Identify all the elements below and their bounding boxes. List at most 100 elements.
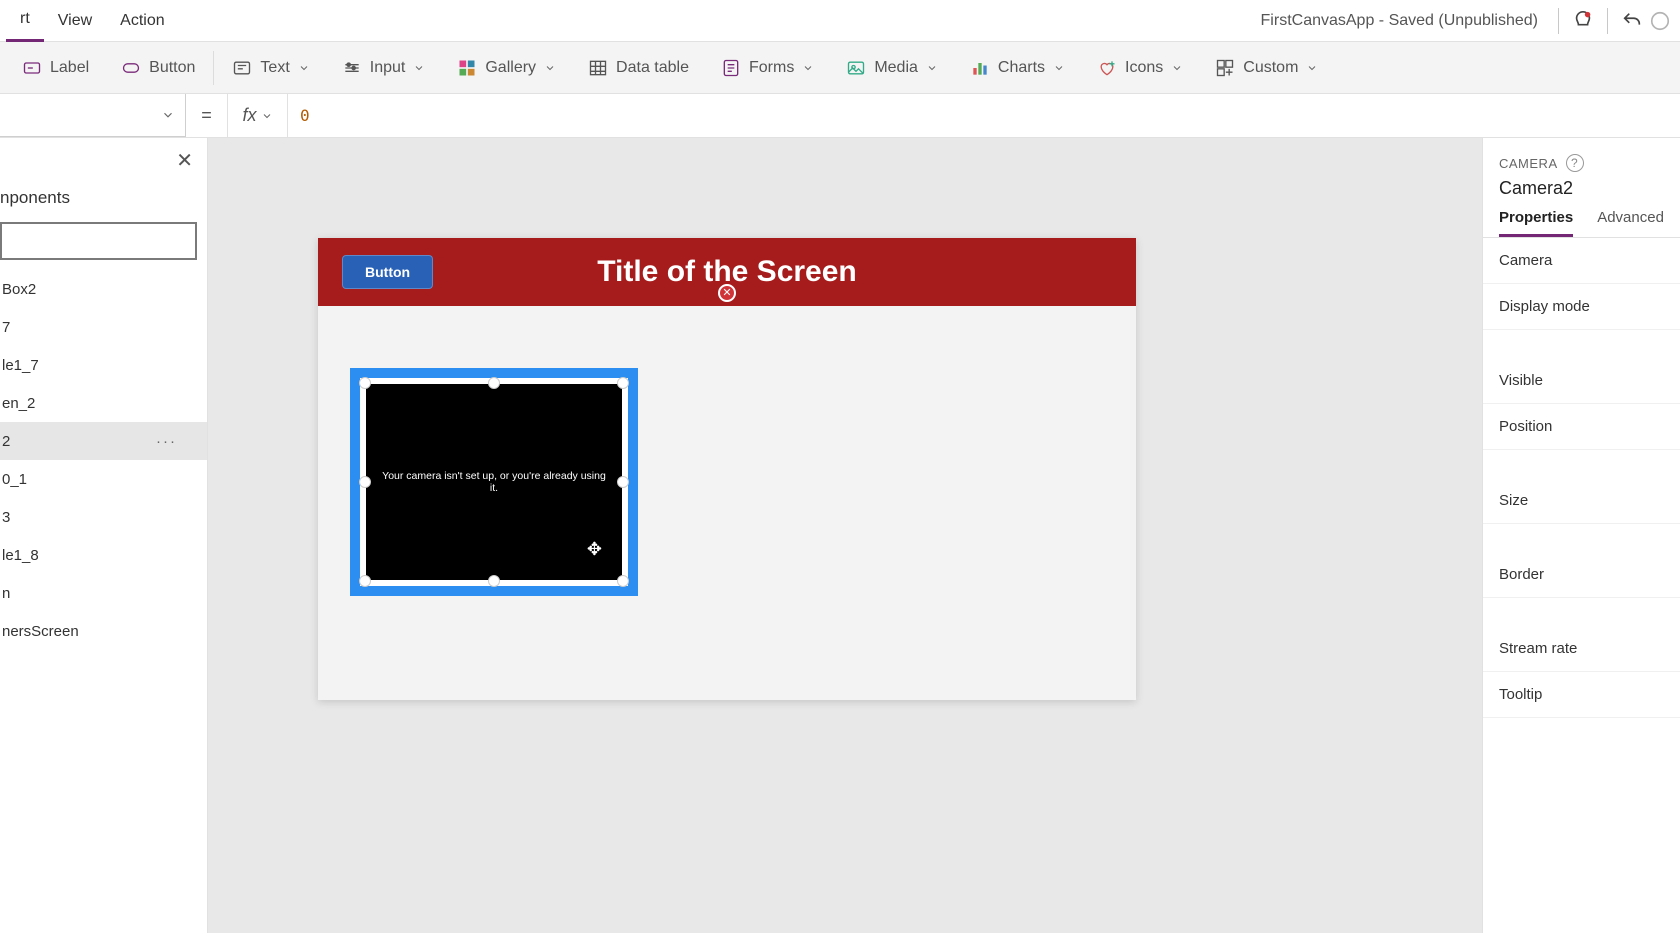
ribbon-data-table[interactable]: Data table — [574, 42, 703, 94]
tree-item[interactable]: le1_7 — [0, 346, 207, 384]
property-gap — [1483, 450, 1680, 478]
ribbon-data-table-label: Data table — [616, 59, 689, 77]
ribbon-charts-label: Charts — [998, 59, 1045, 77]
undo-icon[interactable] — [1618, 7, 1646, 35]
property-row[interactable]: Camera — [1483, 238, 1680, 284]
tree-item-label: nersScreen — [2, 623, 79, 640]
property-selector[interactable] — [0, 94, 186, 137]
ribbon-icons[interactable]: Icons — [1083, 42, 1197, 94]
property-gap — [1483, 524, 1680, 552]
resize-handle-tm[interactable] — [488, 377, 500, 389]
camera-preview[interactable]: Your camera isn't set up, or you're alre… — [366, 384, 622, 580]
chevron-down-icon — [544, 62, 556, 74]
property-row[interactable]: Display mode — [1483, 284, 1680, 330]
camera-message: Your camera isn't set up, or you're alre… — [378, 470, 610, 494]
tab-action[interactable]: Action — [106, 0, 178, 42]
ribbon-button[interactable]: Button — [107, 42, 209, 94]
ribbon-text[interactable]: Text — [218, 42, 323, 94]
resize-handle-mr[interactable] — [617, 476, 629, 488]
app-checker-icon[interactable] — [1569, 7, 1597, 35]
ribbon-input-label: Input — [370, 59, 406, 77]
chevron-down-icon — [1171, 62, 1183, 74]
artboard[interactable]: Button Title of the Screen ✕ Your camera… — [318, 238, 1136, 700]
tab-advanced[interactable]: Advanced — [1597, 209, 1664, 237]
resize-handle-bm[interactable] — [488, 575, 500, 587]
top-tab-strip: rt View Action FirstCanvasApp - Saved (U… — [0, 0, 1680, 42]
separator — [213, 51, 214, 85]
ribbon-custom-label: Custom — [1243, 59, 1298, 77]
chevron-down-icon — [802, 62, 814, 74]
screen-header: Button Title of the Screen ✕ — [318, 238, 1136, 306]
tree-search-input[interactable] — [0, 222, 197, 260]
properties-panel: CAMERA ? Camera2 Properties Advanced Cam… — [1482, 138, 1680, 933]
tree-item[interactable]: 0_1 — [0, 460, 207, 498]
divider — [1607, 8, 1608, 34]
tree-list: Box2 7 le1_7 en_2 2 ··· 0_1 3 le1_8n nersScreen — [0, 270, 207, 933]
resize-handle-ml[interactable] — [359, 476, 371, 488]
canvas-button[interactable]: Button — [342, 255, 433, 289]
formula-input[interactable]: 0 — [288, 94, 1680, 137]
tree-item-label: le1_7 — [2, 357, 39, 374]
resize-handle-br[interactable] — [617, 575, 629, 587]
tree-item-label: le1_8 — [2, 547, 39, 564]
formula-bar: = fx 0 — [0, 94, 1680, 138]
tree-item-label: en_2 — [2, 395, 35, 412]
ribbon-charts[interactable]: Charts — [956, 42, 1079, 94]
tree-item-label: 2 — [2, 433, 10, 450]
ribbon-media[interactable]: Media — [832, 42, 952, 94]
ribbon-custom[interactable]: Custom — [1201, 42, 1332, 94]
resize-handle-tl[interactable] — [359, 377, 371, 389]
resize-handle-tr[interactable] — [617, 377, 629, 389]
ribbon-media-label: Media — [874, 59, 918, 77]
property-row[interactable]: Position — [1483, 404, 1680, 450]
move-cursor-icon: ✥ — [587, 539, 602, 560]
more-icon[interactable]: ··· — [156, 433, 177, 450]
property-row[interactable]: Tooltip — [1483, 672, 1680, 718]
ribbon-label-text: Label — [50, 59, 89, 77]
ribbon-button-text: Button — [149, 59, 195, 77]
tree-item[interactable]: 2 ··· — [0, 422, 207, 460]
camera-control-frame: Your camera isn't set up, or you're alre… — [360, 378, 628, 586]
property-row[interactable]: Border — [1483, 552, 1680, 598]
close-icon[interactable]: ✕ — [176, 148, 193, 173]
ribbon-input[interactable]: Input — [328, 42, 440, 94]
tree-item-label: 3 — [2, 509, 10, 526]
help-icon[interactable]: ? — [1566, 154, 1584, 172]
property-row[interactable]: Visible — [1483, 358, 1680, 404]
control-type-text: CAMERA — [1499, 156, 1558, 171]
tree-item[interactable]: en_2 — [0, 384, 207, 422]
camera-control-selection[interactable]: Your camera isn't set up, or you're alre… — [350, 368, 638, 596]
tab-insert[interactable]: rt — [6, 0, 44, 42]
tab-properties[interactable]: Properties — [1499, 209, 1573, 237]
tree-item[interactable]: 7 — [0, 308, 207, 346]
control-type-label: CAMERA ? — [1483, 138, 1680, 178]
canvas-area[interactable]: Button Title of the Screen ✕ Your camera… — [208, 138, 1482, 933]
error-badge-icon[interactable]: ✕ — [718, 284, 736, 302]
tree-view-panel: ✕ nponents Box27le1_7en_22···0_13le1_8nn… — [0, 138, 208, 933]
property-row[interactable]: Size — [1483, 478, 1680, 524]
property-row[interactable]: Stream rate — [1483, 626, 1680, 672]
divider — [1558, 8, 1559, 34]
tree-item-label: 7 — [2, 319, 10, 336]
equals-sign: = — [186, 94, 228, 137]
tree-item[interactable]: le1_8 — [0, 536, 207, 574]
chevron-down-icon — [413, 62, 425, 74]
tree-item[interactable]: 3 — [0, 498, 207, 536]
redo-icon[interactable] — [1646, 7, 1674, 35]
ribbon-forms[interactable]: Forms — [707, 42, 828, 94]
ribbon-gallery[interactable]: Gallery — [443, 42, 570, 94]
properties-tabs: Properties Advanced — [1483, 209, 1680, 238]
tab-view[interactable]: View — [44, 0, 106, 42]
fx-label: fx — [242, 105, 256, 126]
properties-list: CameraDisplay mode VisiblePosition Size Bor… — [1483, 238, 1680, 933]
chevron-down-icon — [1306, 62, 1318, 74]
tree-item[interactable]: Box2 — [0, 270, 207, 308]
ribbon-text-label: Text — [260, 59, 289, 77]
tree-item[interactable]: n — [0, 574, 207, 612]
resize-handle-bl[interactable] — [359, 575, 371, 587]
tree-item-label: 0_1 — [2, 471, 27, 488]
control-name[interactable]: Camera2 — [1483, 178, 1680, 209]
ribbon-label[interactable]: Label — [8, 42, 103, 94]
fx-button[interactable]: fx — [228, 94, 288, 137]
tree-item[interactable]: nersScreen — [0, 612, 207, 650]
